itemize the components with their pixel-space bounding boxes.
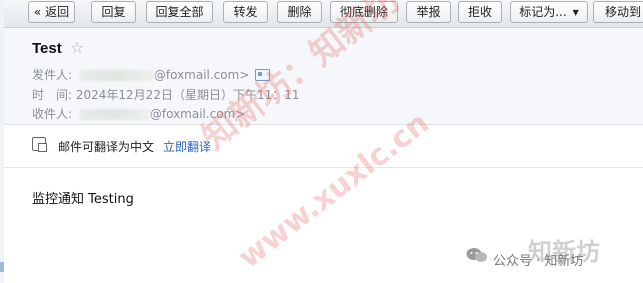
mail-header: Test ☆ 发件人: @foxmail.com> 时 间: 2024年12月2… — [4, 28, 643, 124]
to-label: 收件人: — [32, 107, 73, 121]
reply-button[interactable]: 回复 — [91, 1, 136, 23]
translate-notice: 邮件可翻译为中文 — [58, 140, 155, 154]
translate-icon — [32, 137, 47, 152]
reply-all-button[interactable]: 回复全部 — [146, 1, 213, 23]
time-label: 时 间: — [32, 88, 73, 102]
time-row: 时 间: 2024年12月22日（星期日）下午11：11 — [32, 86, 300, 103]
brand-caption: 公众号 · 知新坊 — [493, 254, 584, 269]
to-row: 收件人: @foxmail.com> — [32, 105, 245, 122]
back-button[interactable]: « 返回 — [28, 1, 75, 23]
forward-button[interactable]: 转发 — [223, 1, 268, 23]
move-to-button[interactable]: 移动到 — [593, 1, 643, 23]
delete-button[interactable]: 删除 — [277, 1, 322, 23]
mail-subject: Test — [32, 40, 62, 57]
chevron-down-icon: ▼ — [572, 8, 579, 17]
redacted-recipient — [79, 109, 150, 120]
from-address[interactable]: @foxmail.com> — [154, 68, 250, 82]
reject-button[interactable]: 拒收 — [458, 1, 502, 23]
time-value: 2024年12月22日（星期日）下午11：11 — [75, 88, 300, 102]
left-edge-marker — [0, 262, 4, 272]
report-button[interactable]: 举报 — [406, 1, 451, 23]
mark-as-label: 标记为... — [519, 5, 567, 19]
mail-toolbar: « 返回 回复 回复全部 转发 删除 彻底删除 举报 拒收 标记为... ▼ 移动… — [4, 0, 643, 28]
wechat-icon — [466, 248, 487, 262]
star-icon[interactable]: ☆ — [70, 38, 84, 57]
from-row: 发件人: @foxmail.com> — [32, 66, 271, 83]
mail-body-text: 监控通知 Testing — [32, 192, 134, 207]
translate-now-link[interactable]: 立即翻译 — [163, 138, 211, 155]
translate-bar: 邮件可翻译为中文 立即翻译 — [4, 125, 643, 167]
contact-card-icon[interactable] — [255, 68, 271, 81]
permanent-delete-button[interactable]: 彻底删除 — [330, 1, 398, 23]
to-address[interactable]: @foxmail.com> — [150, 107, 246, 121]
redacted-sender — [79, 70, 154, 81]
mark-as-dropdown[interactable]: 标记为... ▼ — [510, 1, 588, 23]
body-divider — [4, 167, 643, 168]
from-label: 发件人: — [32, 68, 73, 82]
